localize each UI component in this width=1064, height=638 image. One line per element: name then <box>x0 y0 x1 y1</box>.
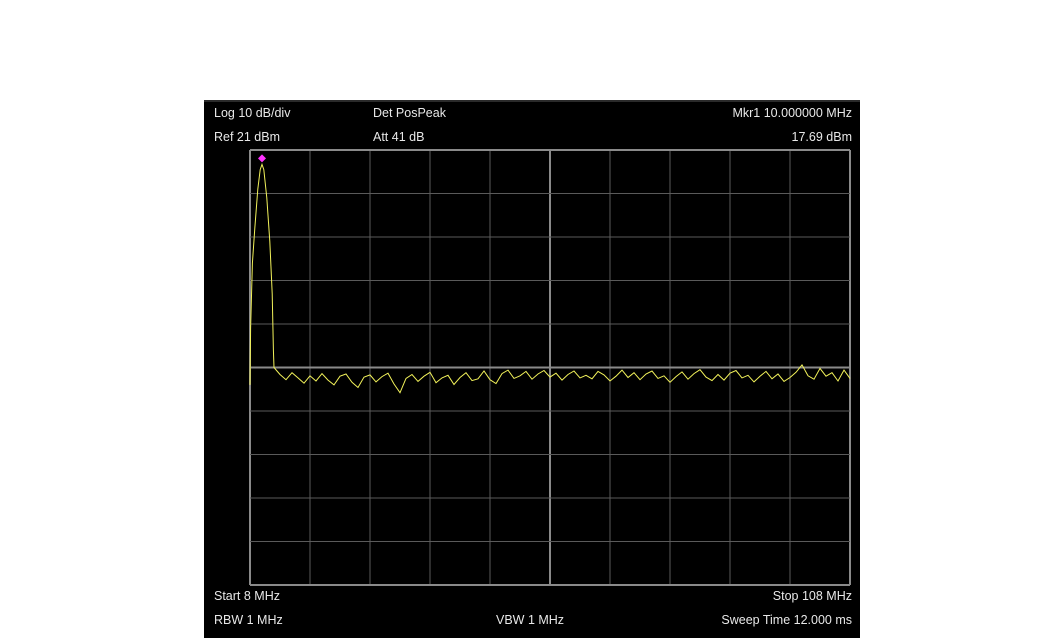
spectrum-analyzer-display: Log 10 dB/div Ref 21 dBm Det PosPeak Att… <box>204 100 860 638</box>
sweep-time-label: Sweep Time 12.000 ms <box>721 613 852 627</box>
rbw-label: RBW 1 MHz <box>214 613 283 627</box>
marker-1-diamond <box>258 154 266 163</box>
stop-frequency-label: Stop 108 MHz <box>772 589 852 603</box>
spectrum-plot <box>249 149 851 586</box>
vbw-label: VBW 1 MHz <box>496 613 565 627</box>
start-frequency-label: Start 8 MHz <box>214 589 280 603</box>
